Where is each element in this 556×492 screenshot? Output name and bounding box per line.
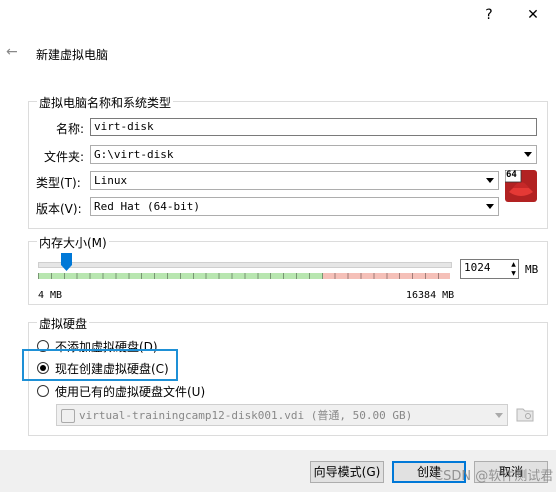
os-badge: 64	[506, 170, 517, 180]
memory-legend: 内存大小(M)	[37, 234, 109, 251]
radio-existing-disk-label[interactable]: 使用已有的虚拟硬盘文件(U)	[55, 383, 205, 400]
type-select[interactable]: Linux	[90, 171, 499, 190]
radio-create-disk[interactable]	[37, 362, 49, 374]
memory-min-label: 4 MB	[38, 290, 63, 301]
version-label: 版本(V):	[36, 202, 82, 216]
guided-mode-button[interactable]: 向导模式(G)	[310, 461, 384, 483]
chevron-down-icon	[495, 413, 503, 418]
memory-spinner[interactable]: ▲ ▼	[509, 260, 518, 278]
disk-legend: 虚拟硬盘	[37, 315, 90, 332]
type-label: 类型(T):	[36, 176, 81, 190]
folder-label: 文件夹:	[44, 150, 85, 164]
redhat-os-icon: 64	[504, 169, 537, 202]
memory-ticks	[38, 273, 450, 279]
radio-create-disk-label[interactable]: 现在创建虚拟硬盘(C)	[55, 360, 169, 377]
version-select[interactable]: Red Hat (64-bit)	[90, 197, 499, 216]
memory-slider-track[interactable]	[38, 262, 452, 268]
memory-slider-handle[interactable]	[61, 253, 72, 271]
type-value: Linux	[94, 174, 128, 187]
back-arrow-icon[interactable]: ←	[6, 44, 18, 60]
close-button[interactable]: ✕	[518, 4, 548, 26]
memory-max-label: 16384 MB	[406, 290, 455, 301]
spin-up-icon[interactable]: ▲	[509, 260, 518, 269]
spin-down-icon[interactable]: ▼	[509, 269, 518, 278]
wizard-title: 新建虚拟电脑	[36, 48, 109, 62]
name-label: 名称:	[56, 122, 85, 136]
watermark: CSDN @软件测试君	[434, 469, 554, 484]
help-button[interactable]: ?	[474, 4, 504, 26]
radio-existing-disk[interactable]	[37, 385, 49, 397]
existing-disk-select[interactable]: virtual-trainingcamp12-disk001.vdi (普通, …	[56, 404, 508, 426]
chevron-down-icon	[486, 178, 494, 183]
name-input[interactable]: virt-disk	[90, 118, 537, 136]
disk-file-icon	[61, 409, 75, 423]
chevron-down-icon	[486, 204, 494, 209]
folder-select[interactable]: G:\virt-disk	[90, 145, 537, 164]
version-value: Red Hat (64-bit)	[94, 200, 200, 213]
chevron-down-icon	[524, 152, 532, 157]
memory-unit: MB	[525, 263, 539, 276]
name-os-legend: 虚拟电脑名称和系统类型	[37, 94, 174, 111]
folder-value: G:\virt-disk	[94, 148, 174, 161]
existing-disk-value: virtual-trainingcamp12-disk001.vdi (普通, …	[79, 409, 413, 422]
folder-browse-icon[interactable]	[516, 406, 534, 422]
